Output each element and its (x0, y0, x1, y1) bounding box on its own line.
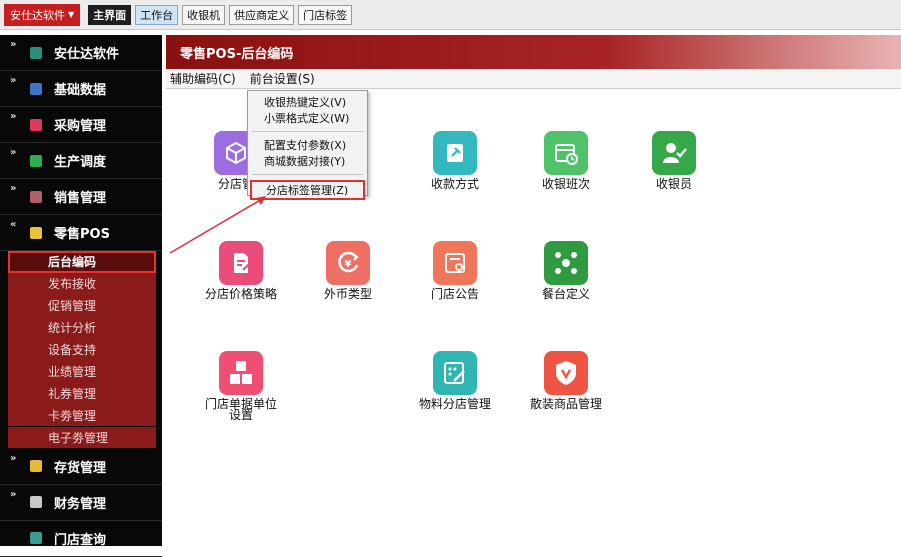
module-icon (30, 496, 42, 509)
tile-store-notice[interactable]: 门店公告 (415, 241, 495, 300)
retail-pos-submenu: 后台编码 发布接收 促销管理 统计分析 设备支持 业绩管理 礼券管理 卡劵管理 … (0, 251, 162, 449)
tile-store-document-units[interactable]: 门店单据单位设置 (201, 351, 281, 421)
tile-bulk-goods-management[interactable]: 散装商品管理 (526, 351, 606, 410)
sidebar-item-sales[interactable]: » 销售管理 (0, 179, 162, 215)
expand-icon: » (10, 39, 17, 50)
submenu-gift-voucher[interactable]: 礼券管理 (8, 382, 156, 405)
sidebar-item-label: 生产调度 (54, 155, 107, 170)
expand-icon: » (10, 488, 17, 500)
document-edit-icon (219, 241, 263, 285)
sidebar-item-label: 财务管理 (54, 496, 107, 512)
grid-edit-icon (433, 351, 477, 395)
sidebar-item-production[interactable]: » 生产调度 (0, 143, 162, 179)
tile-label: 散装商品管理 (529, 397, 602, 411)
tab-main[interactable]: 主界面 (88, 4, 132, 25)
submenu-promotion[interactable]: 促销管理 (8, 294, 156, 317)
sidebar-item-store-query[interactable]: 门店查询 (0, 521, 162, 557)
tab-supplier-definition[interactable]: 供应商定义 (229, 4, 295, 25)
menu-separator (252, 131, 363, 132)
tab-workbench[interactable]: 工作台 (135, 4, 179, 25)
frontend-settings-dropdown: 收银热键定义(V) 小票格式定义(W) 配置支付参数(X) 商城数据对接(Y) … (247, 90, 368, 200)
menu-separator (252, 174, 363, 175)
user-check-icon (652, 131, 696, 175)
tile-label: 门店公告 (430, 287, 479, 301)
tile-label: 门店单据单位设置 (204, 397, 277, 422)
expand-icon: » (10, 452, 17, 464)
submenu-publish-receive[interactable]: 发布接收 (8, 272, 156, 295)
sidebar-item-finance[interactable]: » 财务管理 (0, 485, 162, 521)
network-icon (544, 241, 588, 285)
submenu-statistics[interactable]: 统计分析 (8, 316, 156, 339)
sidebar-item-inventory[interactable]: » 存货管理 (0, 449, 162, 485)
tile-cashiers[interactable]: 收银员 (634, 131, 714, 190)
menu-item-receipt-format[interactable]: 小票格式定义(W) (248, 110, 367, 126)
notice-icon (433, 241, 477, 285)
module-icon (30, 190, 42, 203)
svg-text:¥: ¥ (345, 259, 352, 270)
sidebar-item-purchase[interactable]: » 采购管理 (0, 107, 162, 143)
submenu-backend-codes[interactable]: 后台编码 (8, 251, 156, 273)
sidebar-item-label: 零售POS (54, 227, 110, 242)
currency-icon: ¥ (326, 241, 370, 285)
expand-icon: » (10, 183, 17, 194)
collapse-icon: « (10, 219, 17, 230)
submenu-performance[interactable]: 业绩管理 (8, 360, 156, 383)
sidebar-item-retail-pos[interactable]: « 零售POS (0, 215, 162, 251)
tile-cashier-shifts[interactable]: 收银班次 (526, 131, 606, 190)
sidebar-item-label: 销售管理 (54, 191, 107, 206)
tab-store-label[interactable]: 门店标签 (298, 4, 353, 25)
top-tab-bar: 安仕达软件 ▼ 主界面 工作台 收银机 供应商定义 门店标签 (0, 0, 901, 30)
expand-icon: » (10, 111, 17, 122)
pin-icon (433, 131, 477, 175)
shield-v-icon (544, 351, 588, 395)
tile-foreign-currency[interactable]: ¥ 外币类型 (308, 241, 388, 300)
menu-frontend-settings[interactable]: 前台设置(S) (250, 70, 315, 87)
tile-label: 外币类型 (323, 287, 372, 301)
menu-bar: 辅助编码(C) 前台设置(S) (166, 69, 901, 89)
submenu-device-support[interactable]: 设备支持 (8, 338, 156, 361)
menu-item-cashier-hotkeys[interactable]: 收银热键定义(V) (248, 94, 367, 110)
submenu-e-voucher[interactable]: 电子劵管理 (8, 426, 156, 449)
caret-down-icon: ▼ (68, 10, 75, 19)
sidebar-item-label: 采购管理 (54, 119, 107, 134)
tile-label: 收款方式 (430, 177, 479, 191)
tile-store-price-strategy[interactable]: 分店价格策略 (201, 241, 281, 300)
menu-item-payment-params[interactable]: 配置支付参数(X) (248, 137, 367, 153)
tile-label: 收银员 (655, 177, 692, 191)
menu-item-mall-data-integration[interactable]: 商城数据对接(Y) (248, 153, 367, 169)
page-title: 零售POS-后台编码 (166, 35, 901, 69)
module-icon (30, 118, 42, 131)
sidebar-item-basic-data[interactable]: » 基础数据 (0, 71, 162, 107)
tile-material-store-management[interactable]: 物料分店管理 (415, 351, 495, 410)
module-icon (30, 460, 42, 473)
calendar-icon (544, 131, 588, 175)
module-icon (30, 226, 42, 239)
expand-icon: » (10, 147, 17, 158)
tab-cashier[interactable]: 收银机 (182, 4, 226, 25)
sidebar-item-label: 存货管理 (54, 460, 107, 476)
sidebar-item-anshida[interactable]: » 安仕达软件 (0, 35, 162, 71)
submenu-card-voucher[interactable]: 卡劵管理 (8, 404, 156, 427)
sidebar: » 安仕达软件 » 基础数据 » 采购管理 » 生产调度 » 销售管理 « 零售… (0, 35, 162, 557)
brand-label: 安仕达软件 (10, 8, 65, 22)
expand-icon: » (10, 75, 17, 86)
menu-auxiliary-codes[interactable]: 辅助编码(C) (170, 70, 236, 87)
sidebar-item-label: 门店查询 (54, 532, 107, 548)
sidebar-item-label: 基础数据 (54, 83, 107, 98)
abc-icon (219, 351, 263, 395)
module-icon (30, 46, 42, 59)
tile-label: 分店价格策略 (204, 287, 277, 301)
module-icon (30, 82, 42, 95)
tile-label: 餐台定义 (541, 287, 590, 301)
tile-label: 物料分店管理 (418, 397, 491, 411)
sidebar-item-label: 安仕达软件 (54, 47, 120, 62)
brand-menu-button[interactable]: 安仕达软件 ▼ (4, 3, 81, 26)
tile-label: 收银班次 (541, 177, 590, 191)
module-icon (30, 532, 42, 545)
menu-item-store-label-management[interactable]: 分店标签管理(Z) (250, 180, 365, 200)
module-icon (30, 154, 42, 167)
tile-payment-methods[interactable]: 收款方式 (415, 131, 495, 190)
tile-dining-table-definition[interactable]: 餐台定义 (526, 241, 606, 300)
